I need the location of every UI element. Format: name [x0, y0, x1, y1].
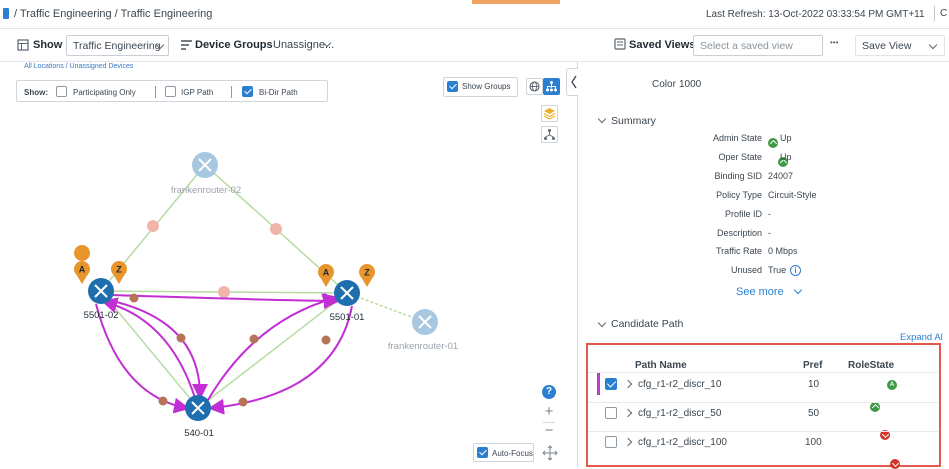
- summary-field-label: Oper State: [718, 152, 762, 162]
- summary-section-title[interactable]: Summary: [611, 115, 656, 127]
- show-select-value: Traffic Engineering: [73, 40, 161, 52]
- color-value: 1000: [679, 79, 702, 90]
- bi-dir-paths: [95, 292, 353, 415]
- link-midpoint-icon[interactable]: [270, 223, 282, 235]
- help-button[interactable]: ?: [542, 385, 556, 399]
- status-down-icon: [890, 459, 900, 469]
- summary-field-value: Circuit-Style: [768, 190, 817, 200]
- topology-links: [100, 164, 426, 409]
- node-5501-01[interactable]: [334, 280, 360, 306]
- path-name-cell: cfg_r1-r2_discr_50: [638, 408, 722, 419]
- link[interactable]: [100, 290, 199, 409]
- marker-z-label: Z: [116, 265, 122, 275]
- zoom-in-button[interactable]: +: [538, 402, 560, 422]
- selected-row-indicator: [597, 373, 600, 395]
- divider: [934, 6, 935, 21]
- node-frankenrouter-02[interactable]: [192, 152, 218, 178]
- node-frankenrouter-01[interactable]: [412, 309, 438, 335]
- save-view-label: Save View: [862, 40, 912, 52]
- expand-all-link[interactable]: Expand Al: [900, 332, 943, 343]
- marker-z-label: Z: [364, 268, 370, 278]
- chevron-down-icon: [928, 40, 938, 50]
- summary-field-value: -: [768, 209, 771, 219]
- summary-field-label: Policy Type: [716, 190, 762, 200]
- summary-field-value: True: [768, 265, 787, 275]
- link-midpoint-icon[interactable]: [147, 220, 159, 232]
- topology-graph[interactable]: A Z A Z frankenrouter-02 frankenrouter-0…: [0, 62, 577, 467]
- summary-field-value: 0 Mbps: [768, 246, 798, 256]
- role-header-part: Role: [848, 360, 870, 371]
- save-view-button[interactable]: Save View: [855, 35, 945, 56]
- fit-to-screen-icon[interactable]: [542, 445, 558, 461]
- node-label: 5501-02: [84, 310, 119, 321]
- info-icon[interactable]: i: [790, 265, 801, 276]
- row-select-checkbox[interactable]: [605, 436, 617, 448]
- last-refresh-text: Last Refresh: 13-Oct-2022 03:33:54 PM GM…: [706, 9, 925, 20]
- path-arrow[interactable]: [107, 299, 208, 400]
- path-name-cell: cfg_r1-r2_discr_100: [638, 437, 727, 448]
- summary-field-value: -: [768, 228, 771, 238]
- node-label: frankenrouter-02: [171, 185, 241, 196]
- column-header-role-state[interactable]: RoleState: [848, 360, 894, 371]
- node-label: 540-01: [184, 428, 214, 439]
- column-header-path-name[interactable]: Path Name: [635, 360, 687, 371]
- layers-icon: [17, 39, 29, 51]
- link-midpoint-icon[interactable]: [218, 286, 230, 298]
- summary-field-label: Profile ID: [724, 209, 762, 219]
- device-groups-label: Device Groups: [195, 39, 273, 51]
- node-5501-02[interactable]: [88, 278, 114, 304]
- status-up-icon: [768, 138, 778, 148]
- summary-field-label: Admin State: [712, 133, 762, 143]
- divider: [588, 372, 938, 373]
- summary-field-label: Binding SID: [714, 171, 762, 181]
- saved-views-icon: [614, 38, 626, 50]
- saved-view-select[interactable]: Select a saved view: [693, 35, 823, 56]
- color-label: Color: [652, 79, 676, 90]
- row-select-checkbox[interactable]: [605, 378, 617, 390]
- node-label: frankenrouter-01: [388, 341, 458, 352]
- show-select[interactable]: Traffic Engineering: [66, 35, 169, 56]
- active-tab-indicator: [472, 0, 560, 4]
- marker-a-label: A: [323, 268, 330, 278]
- filter-icon: [181, 40, 192, 50]
- summary-field-value: Up: [780, 133, 792, 143]
- app-logo-icon: [3, 8, 9, 19]
- state-header-part: State: [869, 360, 895, 371]
- summary-field-label: Traffic Rate: [715, 246, 762, 256]
- divider: [543, 422, 555, 423]
- auto-focus-label: Auto-Focus: [492, 449, 533, 458]
- row-select-checkbox[interactable]: [605, 407, 617, 419]
- pref-cell: 10: [808, 379, 820, 390]
- saved-views-label: Saved Views: [629, 39, 696, 51]
- marker-a-label: A: [79, 265, 86, 275]
- see-more-link[interactable]: See more: [736, 286, 784, 298]
- candidate-path-section-title[interactable]: Candidate Path: [611, 318, 683, 330]
- column-header-pref[interactable]: Pref: [803, 360, 822, 371]
- show-label: Show: [33, 39, 63, 51]
- pref-cell: 50: [808, 408, 820, 419]
- summary-field-label: Unused: [730, 265, 762, 275]
- node-label: 5501-01: [330, 312, 365, 323]
- auto-focus-checkbox[interactable]: [477, 447, 488, 458]
- breadcrumb[interactable]: / Traffic Engineering / Traffic Engineer…: [14, 8, 212, 20]
- summary-field-value: 24007: [768, 171, 794, 181]
- active-role-icon: A: [887, 380, 897, 390]
- summary-field-value: Up: [780, 152, 792, 162]
- path-name-cell: cfg_r1-r2_discr_10: [638, 379, 722, 390]
- refresh-button[interactable]: C: [940, 8, 947, 19]
- link-midpoints: [147, 220, 282, 298]
- more-options-button[interactable]: •••: [830, 38, 838, 47]
- pref-cell: 100: [805, 437, 822, 448]
- node-540-01[interactable]: [185, 395, 211, 421]
- link[interactable]: [197, 292, 348, 409]
- zoom-out-button[interactable]: −: [538, 421, 560, 441]
- summary-field-label: Description: [716, 228, 762, 238]
